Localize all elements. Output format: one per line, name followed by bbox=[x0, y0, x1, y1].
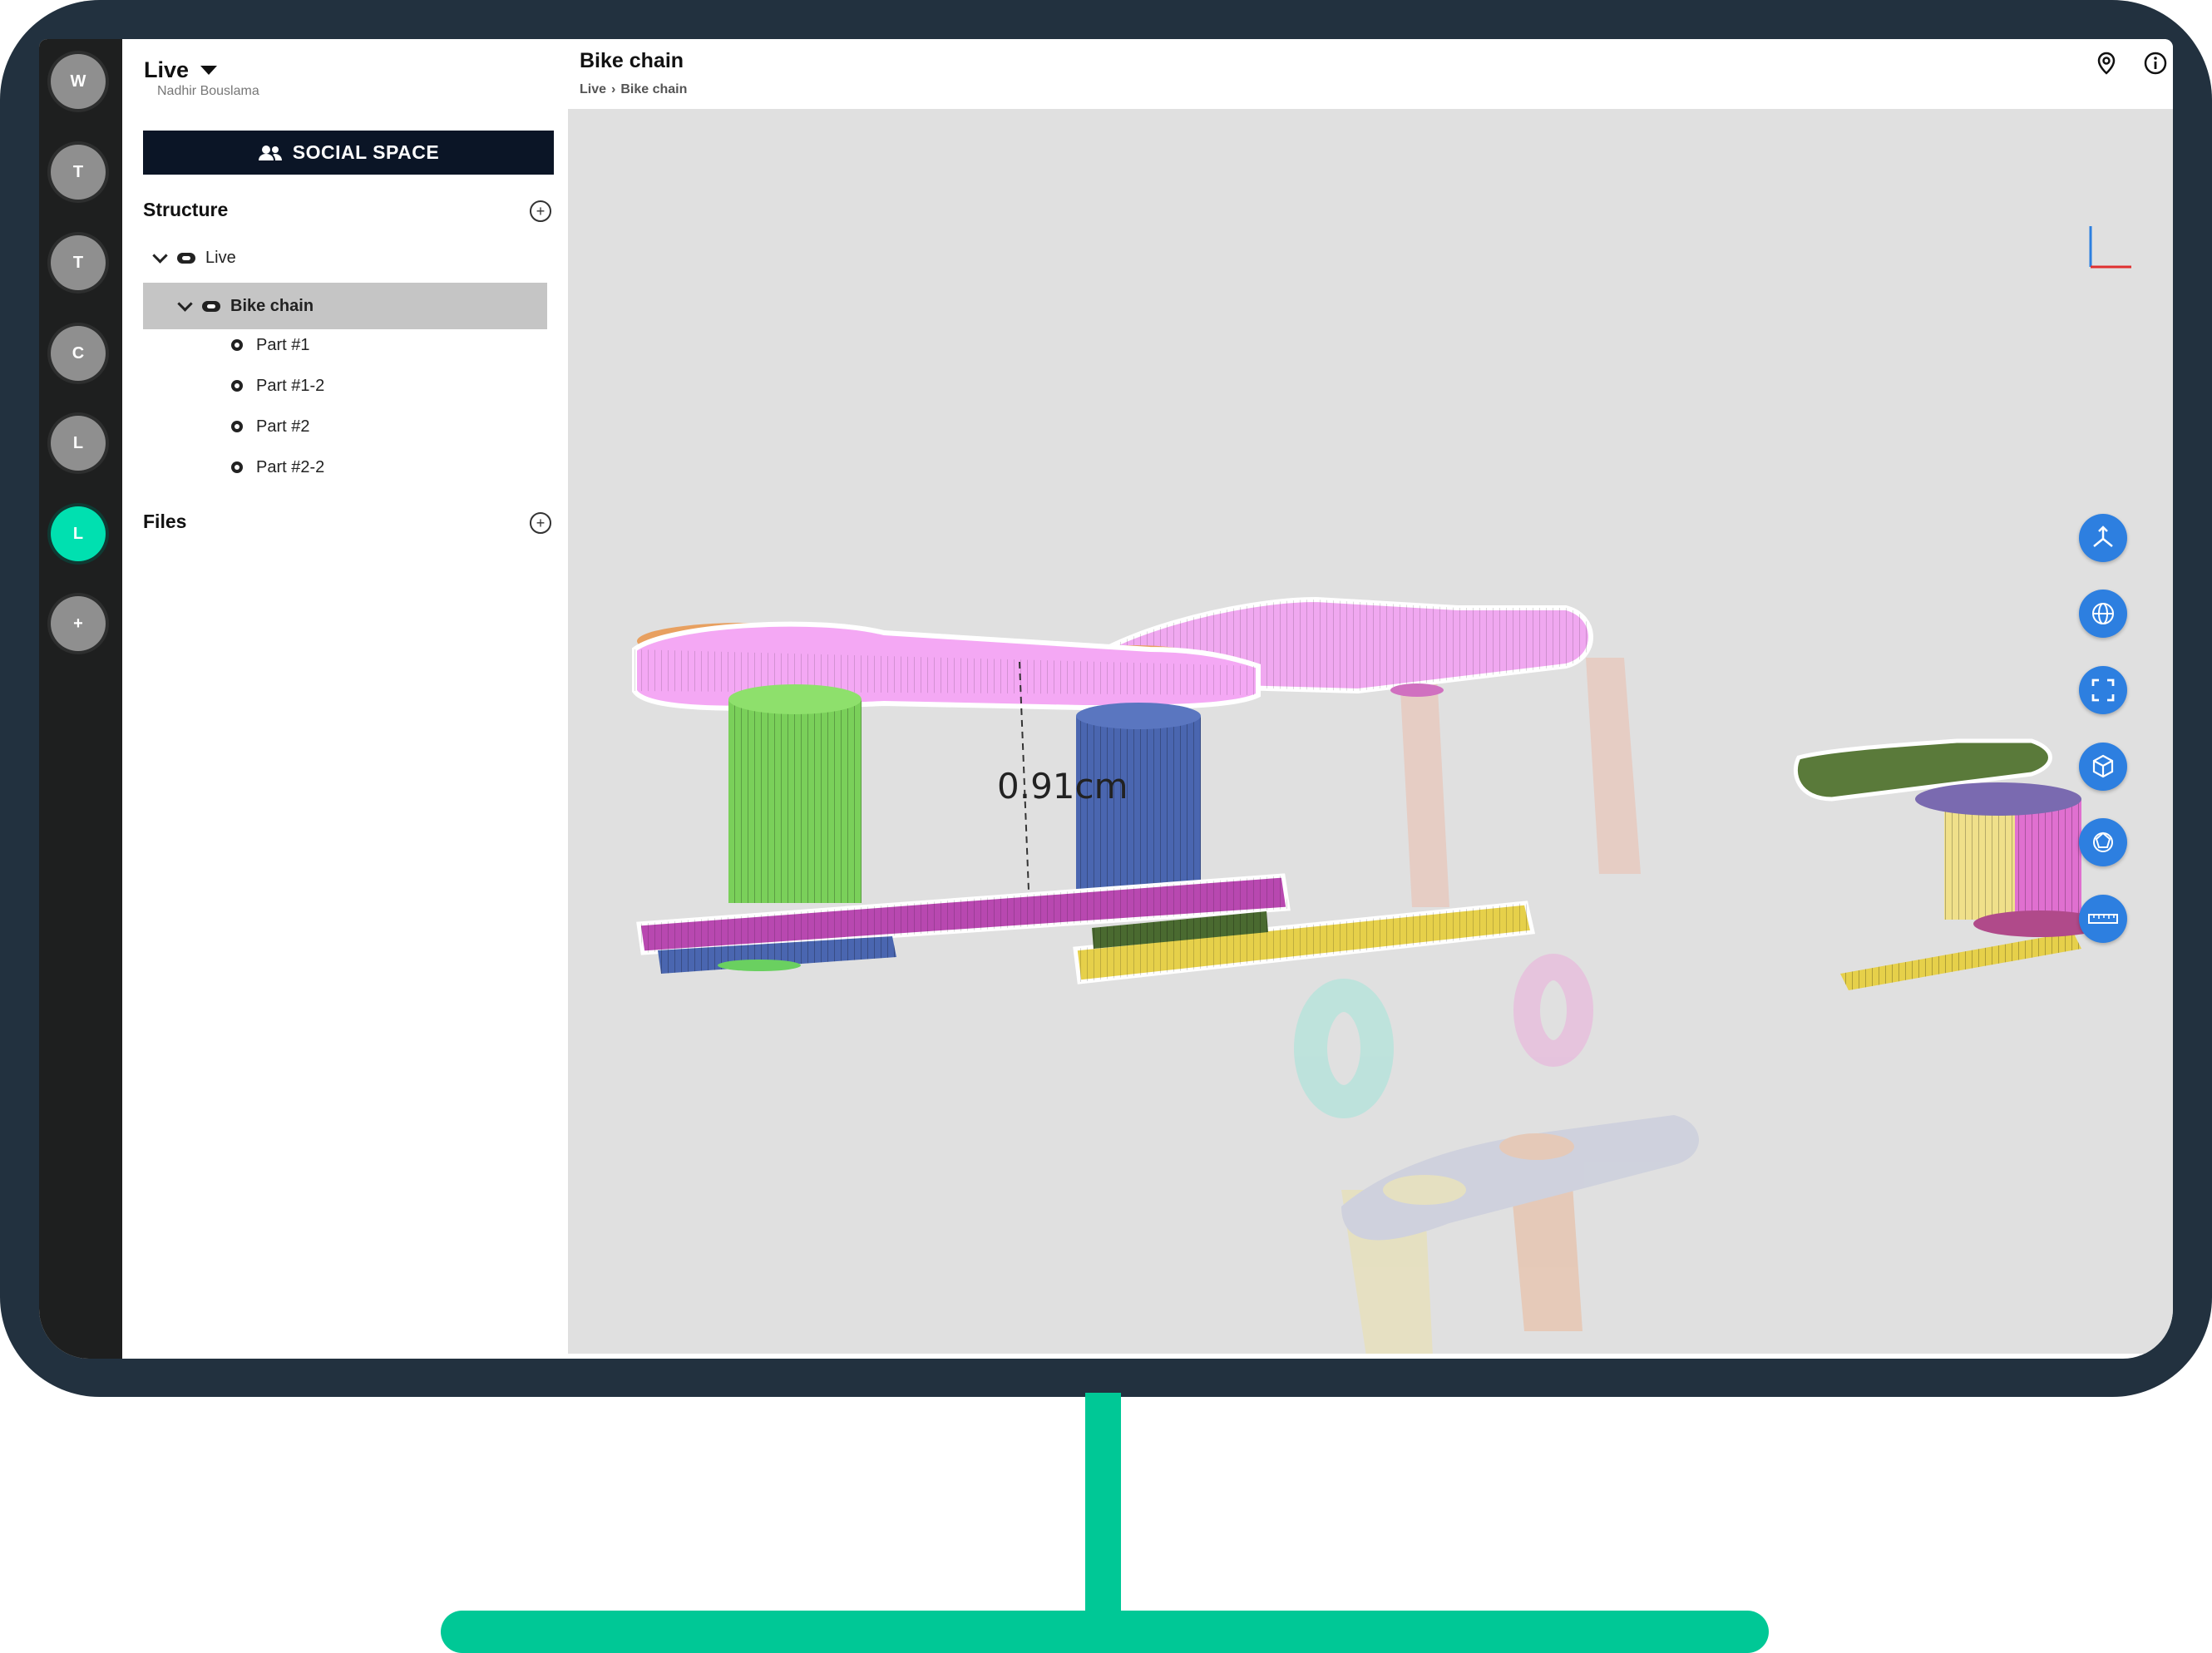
cube-view-icon bbox=[2092, 754, 2114, 778]
people-icon bbox=[258, 145, 282, 160]
social-space-button[interactable]: SOCIAL SPACE bbox=[143, 131, 554, 175]
breadcrumb-separator: › bbox=[611, 82, 616, 96]
part-icon bbox=[231, 421, 243, 432]
axis-gizmo-icon bbox=[2089, 226, 2131, 269]
social-space-label: SOCIAL SPACE bbox=[292, 141, 440, 163]
tree-item-label: Bike chain bbox=[230, 296, 314, 315]
tree-item-label: Part #1-2 bbox=[256, 376, 325, 395]
files-heading: Files bbox=[143, 511, 187, 532]
assembly-icon bbox=[202, 300, 220, 312]
workspace-avatar[interactable]: T bbox=[51, 235, 106, 290]
explode-icon bbox=[2093, 831, 2113, 852]
globe-tool-button[interactable] bbox=[2079, 590, 2127, 638]
tree-item-part[interactable]: Part #1 bbox=[143, 324, 547, 366]
workspace-avatar-active[interactable]: L bbox=[51, 506, 106, 561]
tree-item-label: Live bbox=[205, 248, 236, 267]
workspace-avatar[interactable]: T bbox=[51, 145, 106, 200]
location-pin-icon[interactable] bbox=[2094, 51, 2119, 76]
monitor-stand-base bbox=[441, 1611, 1769, 1653]
fit-view-button[interactable] bbox=[2079, 666, 2127, 714]
fit-view-icon bbox=[2091, 678, 2115, 702]
breadcrumb-item[interactable]: Live bbox=[580, 82, 606, 97]
tree-item-label: Part #2-2 bbox=[256, 457, 325, 476]
axes-tool-icon bbox=[2093, 526, 2113, 547]
measurement-label: 0.91cm bbox=[997, 766, 1128, 807]
page-title: Bike chain bbox=[580, 49, 684, 72]
info-icon[interactable] bbox=[2143, 51, 2168, 76]
part-icon bbox=[231, 380, 243, 392]
assembly-icon bbox=[177, 252, 195, 264]
faded-parts bbox=[1294, 658, 1699, 1354]
tree-item-part[interactable]: Part #1-2 bbox=[143, 365, 547, 407]
tree-item-label: Part #2 bbox=[256, 417, 310, 436]
left-panel: Live Nadhir Bouslama SOCIAL SPACE Struct… bbox=[122, 39, 636, 1359]
axes-tool-button[interactable] bbox=[2079, 514, 2127, 562]
workspace-owner: Nadhir Bouslama bbox=[157, 84, 259, 98]
breadcrumb-item[interactable]: Bike chain bbox=[620, 82, 687, 97]
workspace-avatar[interactable]: W bbox=[51, 54, 106, 109]
tree-item-bike-chain[interactable]: Bike chain bbox=[143, 283, 547, 329]
bike-chain-model bbox=[632, 226, 2131, 1354]
app-screen: W T T C L L + Live Nadhir Bouslama SOCIA… bbox=[39, 39, 2173, 1359]
workspace-title[interactable]: Live bbox=[144, 57, 218, 83]
tree-item-live[interactable]: Live bbox=[143, 234, 547, 281]
ruler-icon bbox=[2088, 914, 2118, 924]
3d-viewport[interactable]: 0.91cm bbox=[568, 109, 2173, 1354]
monitor-stand-neck bbox=[1085, 1393, 1121, 1621]
mini-assembly bbox=[1793, 738, 2106, 990]
tree-item-part[interactable]: Part #2 bbox=[143, 406, 547, 447]
add-workspace-button[interactable]: + bbox=[51, 596, 106, 651]
part-icon bbox=[231, 339, 243, 351]
chevron-down-icon[interactable] bbox=[177, 295, 193, 312]
ruler-tool-button[interactable] bbox=[2079, 895, 2127, 943]
globe-tool-icon bbox=[2092, 603, 2114, 624]
document-header: Bike chain Live › Bike chain bbox=[568, 39, 2173, 109]
breadcrumb: Live › Bike chain bbox=[580, 82, 687, 97]
caret-down-icon[interactable] bbox=[200, 66, 218, 75]
structure-heading: Structure bbox=[143, 199, 229, 220]
workspace-title-label: Live bbox=[144, 57, 190, 82]
tree-item-part[interactable]: Part #2-2 bbox=[143, 447, 547, 488]
workspace-rail: W T T C L L + bbox=[39, 39, 122, 1359]
part-icon bbox=[231, 461, 243, 473]
chevron-down-icon[interactable] bbox=[152, 247, 168, 264]
workspace-avatar[interactable]: C bbox=[51, 326, 106, 381]
explode-view-button[interactable] bbox=[2079, 818, 2127, 866]
cube-view-button[interactable] bbox=[2079, 743, 2127, 791]
add-structure-icon[interactable]: + bbox=[530, 200, 551, 222]
tree-item-label: Part #1 bbox=[256, 335, 310, 354]
workspace-avatar[interactable]: L bbox=[51, 416, 106, 471]
add-file-icon[interactable]: + bbox=[530, 512, 551, 534]
